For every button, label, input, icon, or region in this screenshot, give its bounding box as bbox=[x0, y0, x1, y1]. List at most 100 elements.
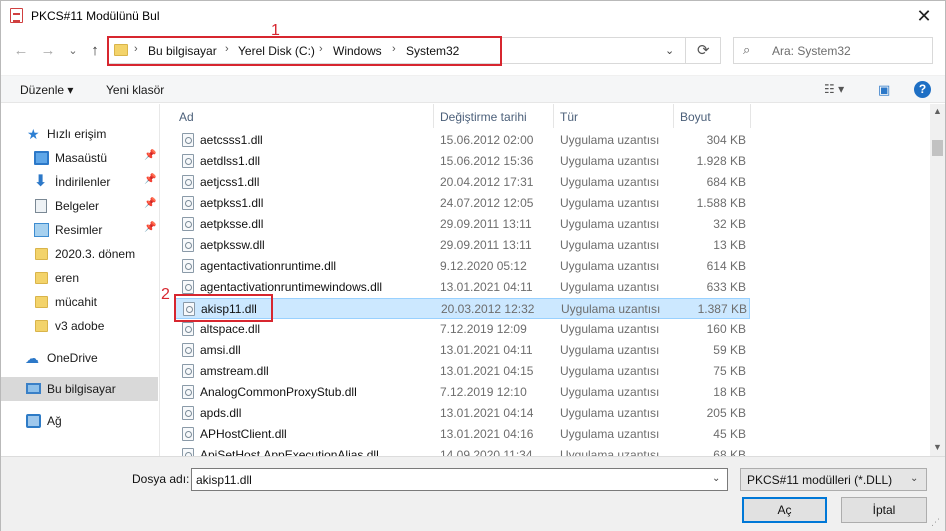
file-size: 13 KB bbox=[713, 238, 746, 252]
resize-grip-icon[interactable]: ⋰ bbox=[931, 517, 940, 528]
sidebar-item-network[interactable]: Ağ bbox=[1, 409, 158, 433]
file-modified-date: 29.09.2011 13:11 bbox=[440, 217, 532, 231]
file-modified-date: 15.06.2012 15:36 bbox=[440, 154, 534, 168]
sidebar-item-this-pc[interactable]: Bu bilgisayar bbox=[1, 377, 158, 401]
organize-button[interactable]: Düzenle ▾ bbox=[20, 83, 73, 97]
search-box[interactable]: ⌕ Ara: System32 bbox=[733, 37, 933, 64]
file-modified-date: 13.01.2021 04:11 bbox=[440, 343, 533, 357]
filename-dropdown-icon[interactable]: ⌄ bbox=[712, 473, 720, 484]
file-type: Uygulama uzantısı bbox=[560, 133, 660, 147]
recent-locations-chevron-icon[interactable]: ⌄ bbox=[65, 43, 81, 59]
scroll-up-icon[interactable]: ▲ bbox=[933, 106, 942, 116]
column-divider[interactable] bbox=[750, 104, 751, 128]
dll-file-icon bbox=[182, 322, 194, 336]
back-arrow-icon[interactable]: ← bbox=[13, 43, 29, 59]
close-button[interactable]: ✕ bbox=[913, 5, 935, 27]
file-size: 633 KB bbox=[706, 280, 746, 294]
file-modified-date: 15.06.2012 02:00 bbox=[440, 133, 534, 147]
file-row[interactable]: aetdlss1.dll 15.06.2012 15:36 Uygulama uza… bbox=[174, 151, 750, 172]
sidebar-item-folder-eren[interactable]: eren bbox=[1, 266, 158, 290]
file-type: Uygulama uzantısı bbox=[560, 385, 660, 399]
sidebar-item-downloads[interactable]: ⬇ İndirilenler 📌 bbox=[1, 170, 158, 194]
preview-pane-icon[interactable]: ▣ bbox=[878, 82, 890, 98]
file-name: AnalogCommonProxyStub.dll bbox=[200, 385, 357, 399]
file-modified-date: 13.01.2021 04:15 bbox=[440, 364, 534, 378]
column-modified-date[interactable]: Değiştirme tarihi bbox=[440, 110, 527, 124]
file-type: Uygulama uzantısı bbox=[560, 259, 660, 273]
file-modified-date: 13.01.2021 04:14 bbox=[440, 406, 534, 420]
file-row[interactable]: apds.dll 13.01.2021 04:14 Uygulama uzantıs… bbox=[174, 403, 750, 424]
sidebar-item-folder-v3-adobe[interactable]: v3 adobe bbox=[1, 314, 158, 338]
sidebar-item-documents[interactable]: Belgeler 📌 bbox=[1, 194, 158, 218]
sidebar-item-label: OneDrive bbox=[47, 351, 98, 365]
file-size: 205 KB bbox=[706, 406, 746, 420]
file-type: Uygulama uzantısı bbox=[560, 322, 660, 336]
file-size: 1.387 KB bbox=[697, 302, 747, 316]
refresh-icon[interactable]: ⟳ bbox=[697, 41, 710, 59]
forward-arrow-icon[interactable]: → bbox=[40, 43, 56, 59]
cancel-button[interactable]: İptal bbox=[841, 497, 927, 523]
open-button[interactable]: Aç bbox=[742, 497, 827, 523]
file-row[interactable]: APHostClient.dll 13.01.2021 04:16 Uygulama… bbox=[174, 424, 750, 445]
file-type: Uygulama uzantısı bbox=[560, 154, 660, 168]
change-view-icon[interactable]: ☷ ▾ bbox=[824, 82, 844, 96]
file-size: 45 KB bbox=[713, 427, 746, 441]
file-row[interactable]: amstream.dll 13.01.2021 04:15 Uygulama uza… bbox=[174, 361, 750, 382]
sidebar-item-label: mücahit bbox=[55, 295, 98, 309]
file-modified-date: 14.09.2020 11:34 bbox=[440, 448, 533, 456]
new-folder-button[interactable]: Yeni klasör bbox=[106, 83, 164, 97]
scroll-thumb[interactable] bbox=[932, 140, 943, 156]
sidebar-item-label: Hızlı erişim bbox=[47, 127, 107, 141]
file-modified-date: 7.12.2019 12:10 bbox=[440, 385, 527, 399]
sidebar-item-onedrive[interactable]: ☁ OneDrive bbox=[1, 346, 158, 370]
file-type: Uygulama uzantısı bbox=[560, 427, 660, 441]
file-size: 59 KB bbox=[713, 343, 746, 357]
filename-input[interactable] bbox=[196, 472, 696, 488]
sidebar-item-pictures[interactable]: Resimler 📌 bbox=[1, 218, 158, 242]
scroll-down-icon[interactable]: ▼ bbox=[933, 442, 942, 452]
up-arrow-icon[interactable]: ↑ bbox=[87, 43, 103, 59]
sidebar-item-label: Resimler bbox=[55, 223, 103, 237]
file-row[interactable]: amsi.dll 13.01.2021 04:11 Uygulama uzantıs… bbox=[174, 340, 750, 361]
file-row[interactable]: aetjcss1.dll 20.04.2012 17:31 Uygulama uza… bbox=[174, 172, 750, 193]
file-type: Uygulama uzantısı bbox=[560, 175, 660, 189]
file-row[interactable]: aetcsss1.dll 15.06.2012 02:00 Uygulama uza… bbox=[174, 130, 750, 151]
pane-splitter[interactable] bbox=[159, 104, 160, 456]
filetype-select[interactable]: PKCS#11 modülleri (*.DLL) ⌄ bbox=[740, 468, 927, 491]
dll-file-icon bbox=[182, 217, 194, 231]
filetype-value: PKCS#11 modülleri (*.DLL) bbox=[747, 473, 893, 487]
sidebar-item-label: eren bbox=[55, 271, 80, 285]
file-name: agentactivationruntimewindows.dll bbox=[200, 280, 383, 294]
filetype-dropdown-icon[interactable]: ⌄ bbox=[910, 473, 918, 484]
dll-file-icon bbox=[182, 238, 194, 252]
title-bar[interactable]: PKCS#11 Modülünü Bul ✕ bbox=[1, 1, 945, 31]
column-divider[interactable] bbox=[433, 104, 434, 128]
column-name[interactable]: Ad bbox=[179, 110, 194, 124]
dll-file-icon bbox=[182, 448, 194, 456]
file-size: 304 KB bbox=[706, 133, 746, 147]
sidebar-item-quick-access[interactable]: ★ Hızlı erişim bbox=[1, 122, 158, 146]
column-divider[interactable] bbox=[553, 104, 554, 128]
file-row[interactable]: aetpkssw.dll 29.09.2011 13:11 Uygulama uza… bbox=[174, 235, 750, 256]
desktop-icon bbox=[34, 151, 49, 165]
file-name: aetdlss1.dll bbox=[200, 154, 261, 168]
file-row[interactable]: AnalogCommonProxyStub.dll 7.12.2019 12:10… bbox=[174, 382, 750, 403]
file-name: aetpkssw.dll bbox=[200, 238, 265, 252]
sidebar-item-desktop[interactable]: Masaüstü 📌 bbox=[1, 146, 158, 170]
file-row[interactable]: ApiSetHost.AppExecutionAlias.dll 14.09.20… bbox=[174, 445, 750, 456]
file-row[interactable]: agentactivationruntime.dll 9.12.2020 05:1… bbox=[174, 256, 750, 277]
column-size[interactable]: Boyut bbox=[680, 110, 711, 124]
file-row[interactable]: aetpkss1.dll 24.07.2012 12:05 Uygulama uza… bbox=[174, 193, 750, 214]
help-icon[interactable]: ? bbox=[914, 81, 931, 98]
file-row[interactable]: altspace.dll 7.12.2019 12:09 Uygulama uzan… bbox=[174, 319, 750, 340]
file-row[interactable]: aetpksse.dll 29.09.2011 13:11 Uygulama uza… bbox=[174, 214, 750, 235]
filename-combobox[interactable]: ⌄ bbox=[191, 468, 728, 491]
column-divider[interactable] bbox=[673, 104, 674, 128]
sidebar-item-folder-mucahit[interactable]: mücahit bbox=[1, 290, 158, 314]
file-name: APHostClient.dll bbox=[200, 427, 287, 441]
column-type[interactable]: Tür bbox=[560, 110, 578, 124]
vertical-scrollbar[interactable]: ▲ ▼ bbox=[930, 104, 945, 456]
address-history-chevron-icon[interactable]: ⌄ bbox=[665, 44, 674, 57]
dll-file-icon bbox=[182, 406, 194, 420]
sidebar-item-folder-2020[interactable]: 2020.3. dönem bbox=[1, 242, 158, 266]
